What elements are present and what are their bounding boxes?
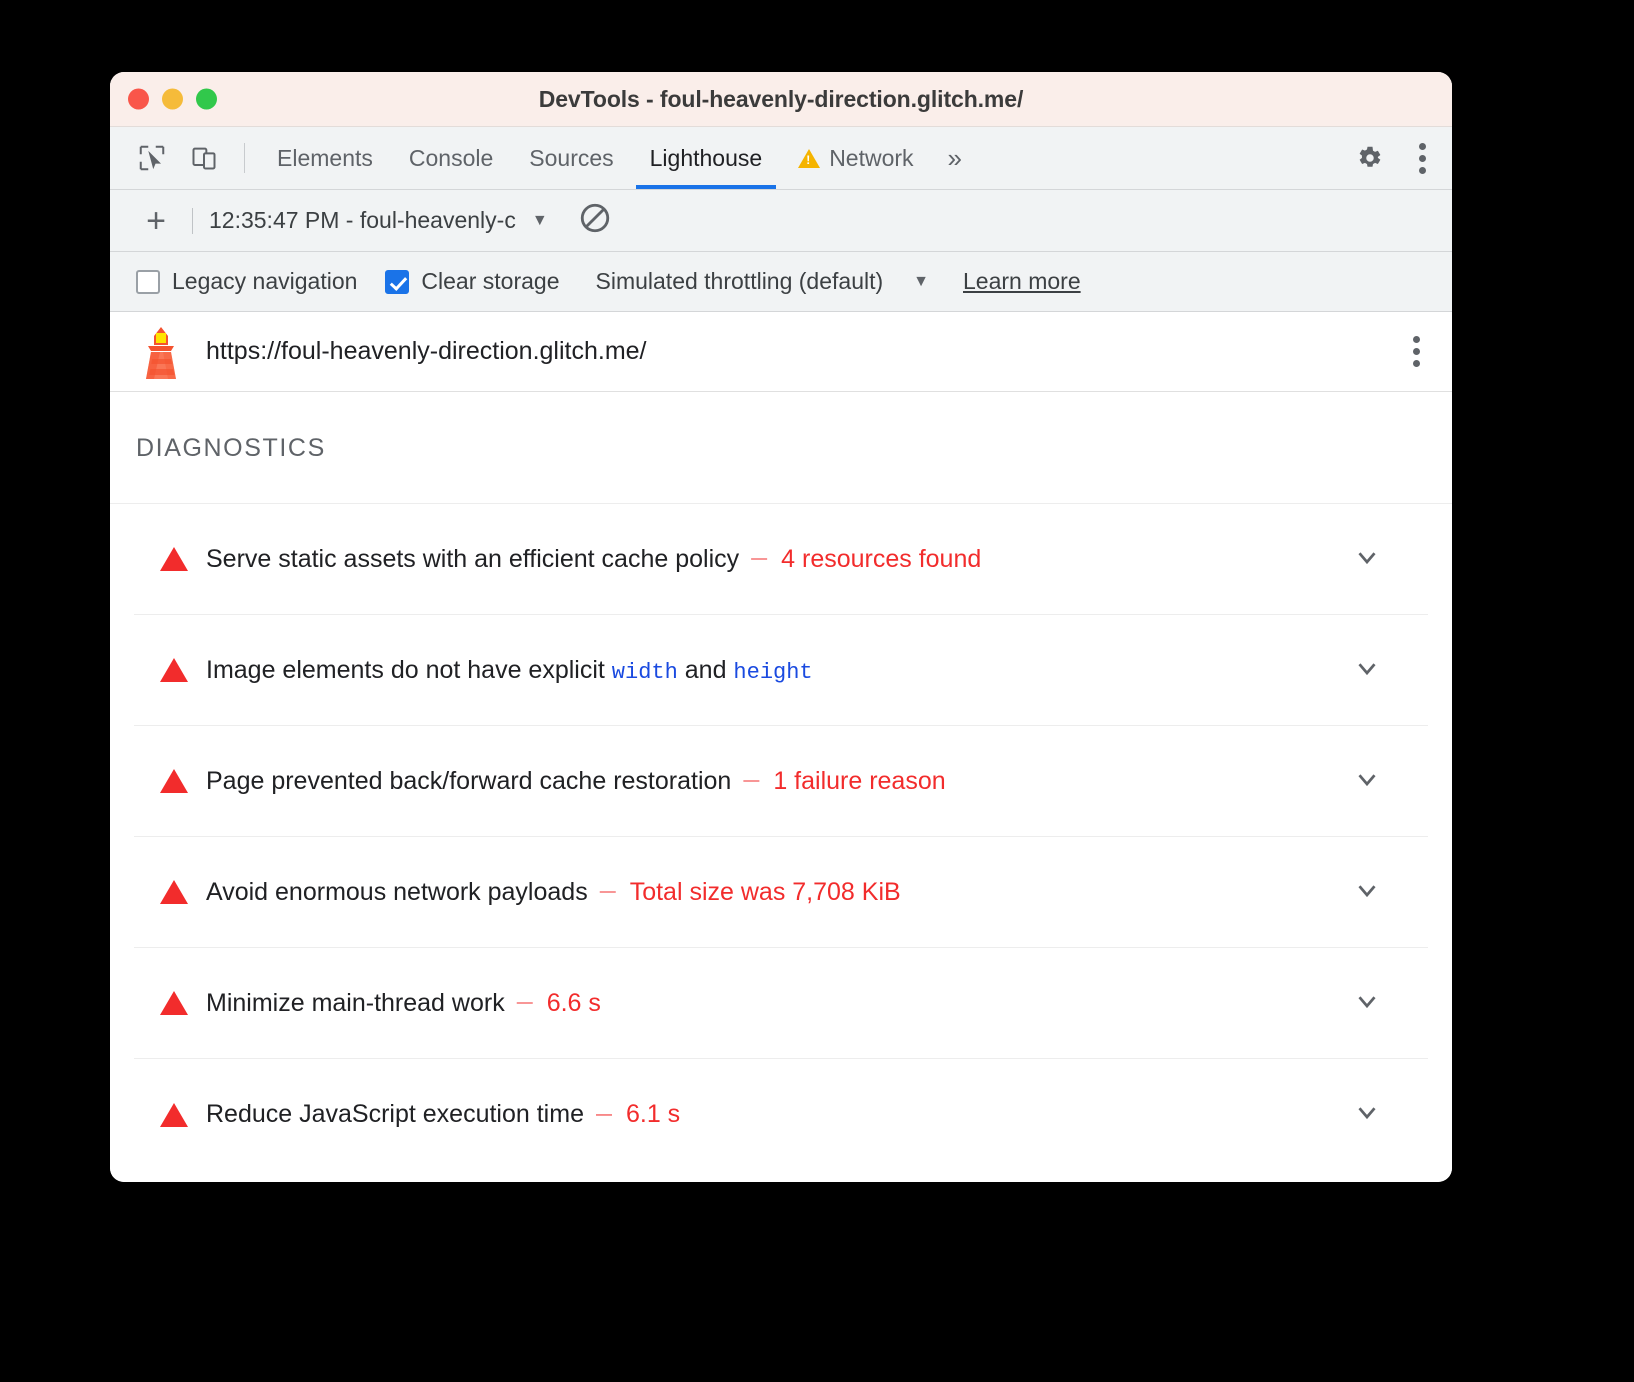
kebab-menu-icon[interactable] [1409, 135, 1436, 182]
warning-triangle-icon [160, 769, 188, 793]
device-toolbar-icon[interactable] [178, 127, 230, 189]
more-tabs-icon[interactable]: » [932, 127, 978, 189]
maximize-window-button[interactable] [196, 89, 217, 110]
audit-dash: — [596, 1106, 612, 1124]
tabbar-actions [1314, 127, 1452, 189]
warning-triangle-icon [160, 547, 188, 571]
chevron-down-icon: ▼ [532, 212, 548, 230]
audit-value: 4 resources found [781, 545, 981, 574]
inspect-cursor-icon[interactable] [126, 127, 178, 189]
close-window-button[interactable] [128, 89, 149, 110]
tab-label: Console [409, 145, 493, 172]
clear-storage-label: Clear storage [421, 268, 559, 295]
lighthouse-report: DIAGNOSTICS Serve static assets with an … [110, 392, 1452, 1182]
audit-row[interactable]: Avoid enormous network payloads — Total … [134, 837, 1428, 948]
audit-row[interactable]: Minimize main-thread work — 6.6 s [134, 948, 1428, 1059]
audit-value: 1 failure reason [773, 767, 945, 796]
audit-dash: — [517, 994, 533, 1012]
audit-title: Page prevented back/forward cache restor… [206, 767, 731, 796]
audit-title: Reduce JavaScript execution time [206, 1100, 584, 1129]
audit-title: Avoid enormous network payloads [206, 878, 588, 907]
new-report-button[interactable]: + [136, 204, 176, 238]
runbar-divider [192, 208, 193, 234]
checkbox-box [136, 270, 160, 294]
lighthouse-options-bar: Legacy navigation Clear storage Simulate… [110, 252, 1452, 312]
audit-row[interactable]: Reduce JavaScript execution time — 6.1 s [134, 1059, 1428, 1170]
audit-code-height: height [733, 660, 812, 685]
audit-value: 6.6 s [547, 989, 601, 1018]
chevron-down-icon[interactable] [1352, 764, 1382, 799]
tab-label: Lighthouse [650, 145, 763, 172]
audit-title: Serve static assets with an efficient ca… [206, 545, 739, 574]
learn-more-link[interactable]: Learn more [963, 268, 1081, 295]
audit-code-width: width [612, 660, 678, 685]
audit-value: Total size was 7,708 KiB [630, 878, 901, 907]
warning-triangle-icon [798, 149, 820, 168]
no-entry-icon[interactable] [578, 201, 612, 240]
audit-dash: — [751, 550, 767, 568]
clear-storage-checkbox[interactable]: Clear storage [385, 268, 559, 295]
audit-row[interactable]: Serve static assets with an efficient ca… [134, 504, 1428, 615]
diagnostics-audit-list: Serve static assets with an efficient ca… [110, 503, 1452, 1170]
warning-triangle-icon [160, 880, 188, 904]
lighthouse-runbar: + 12:35:47 PM - foul-heavenly-c ▼ [110, 190, 1452, 252]
checkbox-box-checked [385, 270, 409, 294]
throttling-select-label[interactable]: Simulated throttling (default) [596, 268, 884, 295]
audit-dash: — [600, 883, 616, 901]
legacy-navigation-checkbox[interactable]: Legacy navigation [136, 268, 357, 295]
audit-row[interactable]: Page prevented back/forward cache restor… [134, 726, 1428, 837]
report-url-row: https://foul-heavenly-direction.glitch.m… [110, 312, 1452, 392]
report-selector-label: 12:35:47 PM - foul-heavenly-c [209, 207, 516, 234]
window-controls [128, 89, 217, 110]
report-url: https://foul-heavenly-direction.glitch.m… [206, 337, 647, 366]
tab-lighthouse[interactable]: Lighthouse [632, 127, 781, 189]
devtools-window: DevTools - foul-heavenly-direction.glitc… [110, 72, 1452, 1182]
audit-row[interactable]: Image elements do not have explicit widt… [134, 615, 1428, 726]
tab-elements[interactable]: Elements [259, 127, 391, 189]
chevron-down-icon[interactable]: ▼ [913, 273, 929, 291]
warning-triangle-icon [160, 658, 188, 682]
report-selector[interactable]: 12:35:47 PM - foul-heavenly-c ▼ [209, 207, 548, 234]
window-titlebar: DevTools - foul-heavenly-direction.glitc… [110, 72, 1452, 127]
audit-dash: — [743, 772, 759, 790]
chevron-down-icon[interactable] [1352, 653, 1382, 688]
tab-console[interactable]: Console [391, 127, 511, 189]
legacy-navigation-label: Legacy navigation [172, 268, 357, 295]
chevron-down-icon[interactable] [1352, 986, 1382, 1021]
chevron-down-icon[interactable] [1352, 875, 1382, 910]
diagnostics-section-title: DIAGNOSTICS [110, 392, 1452, 503]
chevron-down-icon[interactable] [1352, 542, 1382, 577]
lighthouse-icon [138, 325, 184, 379]
audit-title: Image elements do not have explicit widt… [206, 656, 813, 685]
gear-icon[interactable] [1343, 143, 1395, 173]
devtools-tabbar: Elements Console Sources Lighthouse Netw… [110, 127, 1452, 190]
audit-value: 6.1 s [626, 1100, 680, 1129]
report-kebab-menu-icon[interactable] [1403, 328, 1430, 375]
tab-label: Elements [277, 145, 373, 172]
window-title: DevTools - foul-heavenly-direction.glitc… [110, 86, 1452, 113]
audit-title: Minimize main-thread work [206, 989, 505, 1018]
warning-triangle-icon [160, 991, 188, 1015]
warning-triangle-icon [160, 1103, 188, 1127]
tab-label: Network [829, 145, 913, 172]
tabbar-divider [244, 143, 245, 173]
tab-label: Sources [529, 145, 613, 172]
tab-sources[interactable]: Sources [511, 127, 631, 189]
audit-title-mid: and [678, 656, 734, 684]
minimize-window-button[interactable] [162, 89, 183, 110]
tab-network[interactable]: Network [780, 127, 931, 189]
audit-title-prefix: Image elements do not have explicit [206, 656, 612, 684]
chevron-down-icon[interactable] [1352, 1097, 1382, 1132]
